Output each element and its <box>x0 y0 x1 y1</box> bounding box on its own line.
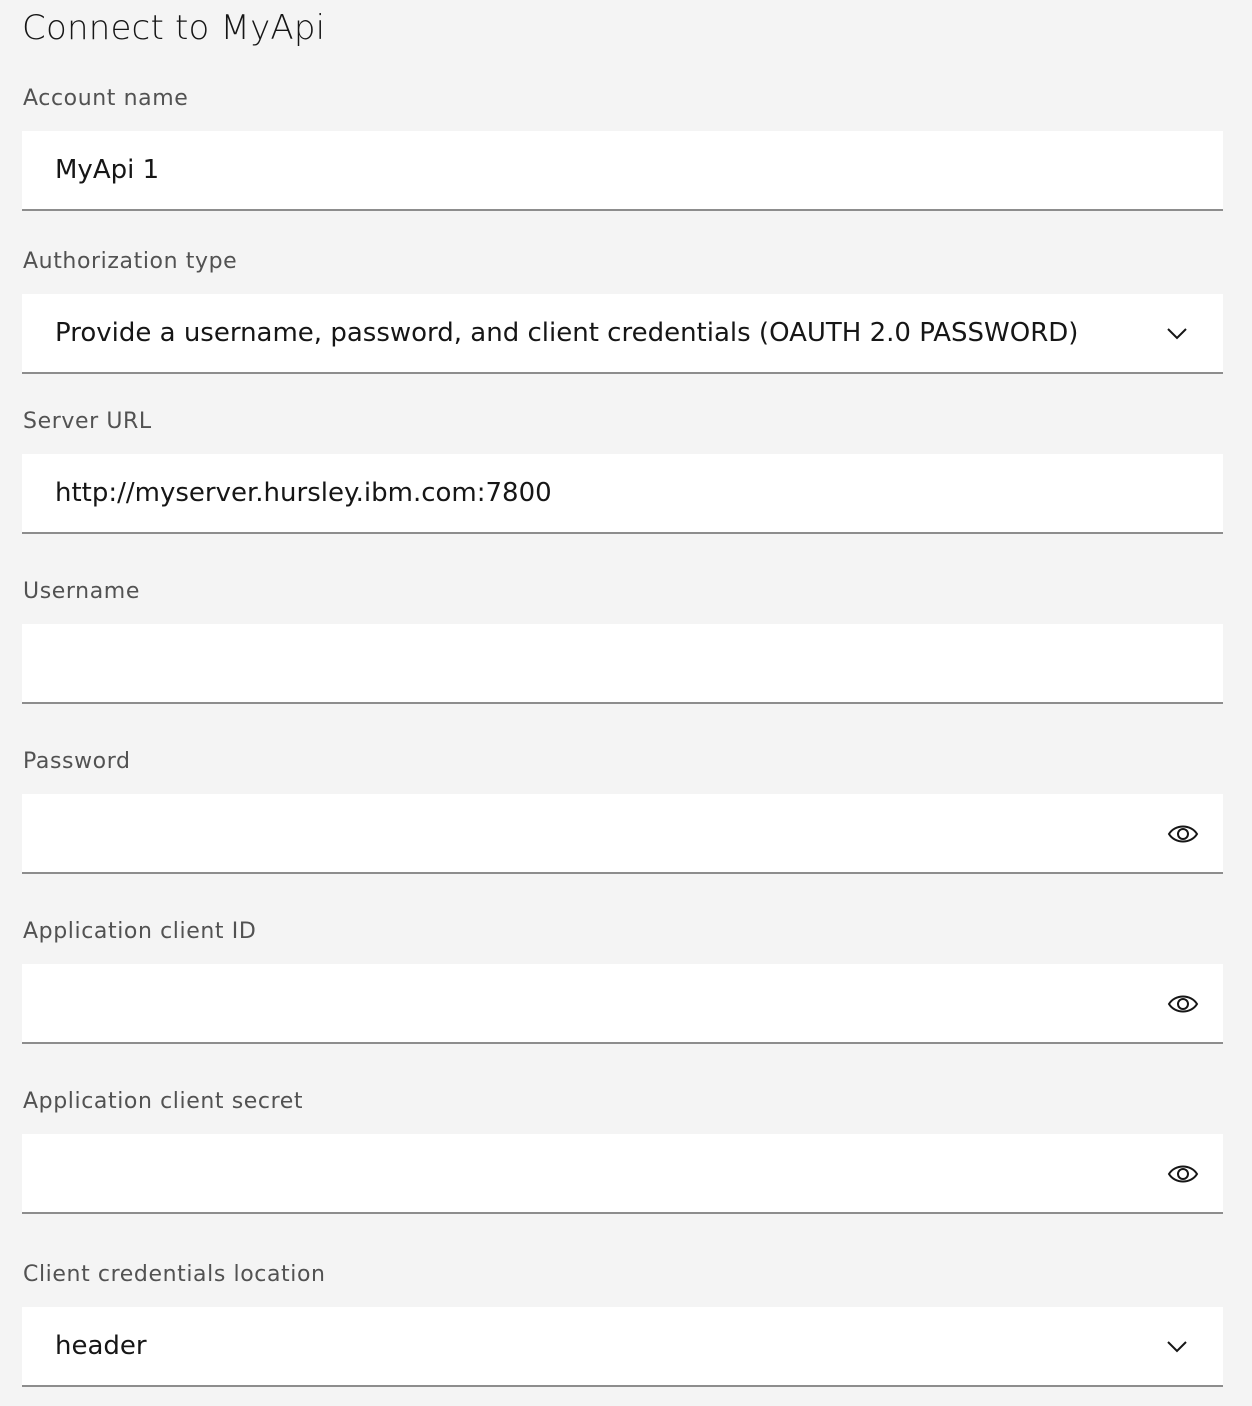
eye-icon[interactable] <box>1167 1158 1199 1190</box>
chevron-down-icon <box>1165 322 1189 346</box>
client-secret-input[interactable] <box>22 1134 1223 1214</box>
username-label: Username <box>23 579 140 604</box>
credentials-location-select[interactable]: header <box>22 1307 1223 1387</box>
credentials-location-label: Client credentials location <box>23 1262 326 1287</box>
eye-icon[interactable] <box>1167 818 1199 850</box>
connect-form: Connect to MyApi Account name MyApi 1 Au… <box>0 0 1252 1406</box>
page-title: Connect to MyApi <box>22 8 326 48</box>
eye-icon[interactable] <box>1167 988 1199 1020</box>
chevron-down-icon <box>1165 1335 1189 1359</box>
authorization-type-value: Provide a username, password, and client… <box>55 318 1079 348</box>
account-name-input[interactable]: MyApi 1 <box>22 131 1223 211</box>
credentials-location-value: header <box>55 1331 147 1361</box>
username-input[interactable] <box>22 624 1223 704</box>
client-id-input[interactable] <box>22 964 1223 1044</box>
client-secret-label: Application client secret <box>23 1089 304 1114</box>
server-url-input[interactable]: http://myserver.hursley.ibm.com:7800 <box>22 454 1223 534</box>
password-label: Password <box>23 749 131 774</box>
authorization-type-label: Authorization type <box>23 249 238 274</box>
account-name-value: MyApi 1 <box>55 155 160 185</box>
password-input[interactable] <box>22 794 1223 874</box>
account-name-label: Account name <box>23 86 189 111</box>
client-id-label: Application client ID <box>23 919 257 944</box>
authorization-type-select[interactable]: Provide a username, password, and client… <box>22 294 1223 374</box>
server-url-label: Server URL <box>23 409 152 434</box>
server-url-value: http://myserver.hursley.ibm.com:7800 <box>55 478 552 508</box>
